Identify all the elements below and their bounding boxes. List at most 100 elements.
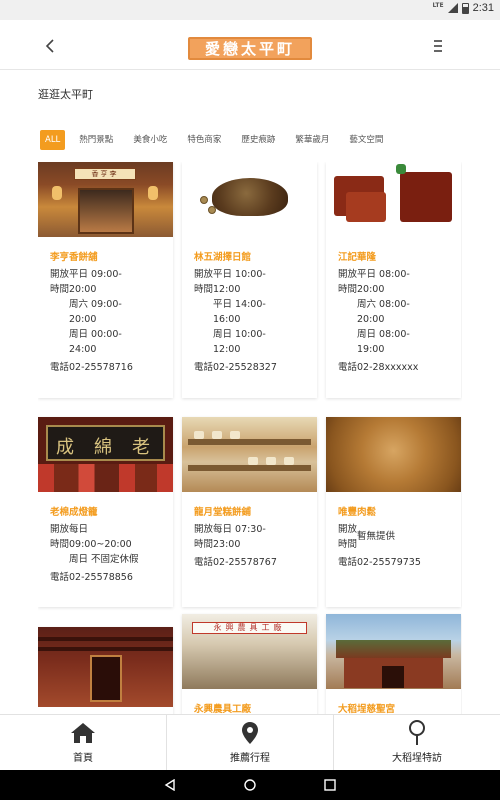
menu-button[interactable]	[430, 40, 446, 54]
lantern	[52, 186, 62, 200]
pastry	[212, 431, 222, 439]
nav-itinerary[interactable]: 推薦行程	[167, 715, 334, 770]
back-button[interactable]	[40, 36, 60, 56]
shop-sign: 香亨李	[74, 168, 136, 180]
card-body: 唯豐肉鬆 開放 時間 暫無提供 電話 02-25579735	[326, 492, 461, 582]
pastry	[284, 457, 294, 465]
tab-food[interactable]: 美食小吃	[127, 130, 173, 150]
card-body: 李亨香餅舖 開放 時間 平日 09:00- 20:00 周六 09:00- 20…	[38, 237, 173, 387]
nav-special-visit[interactable]: 大稻埕特訪	[334, 715, 500, 770]
pastry	[230, 431, 240, 439]
place-card[interactable]: 龍月堂糕餅鋪 開放 時間 每日 07:30- 23:00 電話 02-25578…	[182, 417, 317, 607]
hours-value: 平日 09:00- 20:00 周六 09:00- 20:00 周日 00:00…	[69, 269, 122, 355]
category-tabs: ALL 熱門景點 美食小吃 特色商家 歷史痕跡 繁華歲月 藝文空間	[40, 130, 397, 150]
place-card[interactable]: 唯豐肉鬆 開放 時間 暫無提供 電話 02-25579735	[326, 417, 461, 607]
card-body: 大稻埕慈聖宮	[326, 689, 461, 714]
place-title: 龍月堂糕餅鋪	[194, 507, 252, 518]
hours-label: 開放 時間	[50, 269, 70, 295]
app-logo: 愛戀太平町	[188, 37, 312, 60]
hours-row: 開放 時間 平日 10:00- 12:00 平日 14:00- 16:00 周日…	[194, 267, 305, 357]
signal-icon	[447, 3, 458, 13]
phone-row: 電話 02-25578856	[50, 570, 161, 585]
status-indicators: LTE 2:31	[433, 2, 494, 15]
place-image	[38, 627, 173, 707]
shelf	[188, 465, 311, 471]
system-recents-button[interactable]	[290, 770, 370, 800]
phone-row: 電話 02-25578716	[50, 360, 161, 375]
lantern	[148, 186, 158, 200]
bottom-nav: 首頁 推薦行程 大稻埕特訪	[0, 714, 500, 770]
app-header: 愛戀太平町	[0, 20, 500, 70]
place-title: 林五湖擇日館	[194, 252, 252, 263]
hours-value: 暫無提供	[357, 531, 396, 542]
place-card[interactable]: 成 綿 老 老棉成燈籠 開放 時間 每日 09:00~20:00 周日 不固定休…	[38, 417, 173, 607]
tab-shops[interactable]: 特色商家	[181, 130, 227, 150]
phone-row: 電話 02-25578767	[194, 555, 305, 570]
turtle-shell	[212, 178, 288, 216]
card-body: 老棉成燈籠 開放 時間 每日 09:00~20:00 周日 不固定休假 電話 0…	[38, 492, 173, 597]
temple-door	[90, 655, 122, 702]
plaque-char: 老	[132, 437, 150, 458]
phone-value: 02-28xxxxxx	[357, 362, 419, 373]
jerky-photo	[326, 162, 394, 237]
page-title: 逛逛太平町	[38, 88, 93, 101]
hours-row: 開放 時間 每日 07:30- 23:00	[194, 522, 305, 552]
hours-value: 每日 09:00~20:00 周日 不固定休假	[69, 524, 139, 565]
place-card[interactable]: 永興農具工廠 永興農具工廠	[182, 614, 317, 714]
hours-value: 平日 10:00- 12:00 平日 14:00- 16:00 周日 10:00…	[213, 269, 266, 355]
card-body: 林五湖擇日館 開放 時間 平日 10:00- 12:00 平日 14:00- 1…	[182, 237, 317, 387]
home-circle-icon	[244, 779, 256, 791]
tab-all[interactable]: ALL	[40, 130, 66, 150]
nav-home-label: 首頁	[73, 753, 93, 764]
nav-home[interactable]: 首頁	[0, 715, 167, 770]
tab-history[interactable]: 歷史痕跡	[235, 130, 281, 150]
card-body: 永興農具工廠	[182, 689, 317, 714]
jerky-photo	[394, 162, 462, 237]
map-pin-icon	[237, 721, 263, 745]
place-title: 江記華隆	[338, 252, 377, 263]
place-title: 李亨香餅舖	[50, 252, 98, 263]
battery-icon	[461, 2, 469, 14]
place-card[interactable]: 香亨李 李亨香餅舖 開放 時間 平日 09:00- 20:00 周六 09:00…	[38, 162, 173, 398]
place-card[interactable]: 江記華隆 開放 時間 平日 08:00- 20:00 周六 08:00- 20:…	[326, 162, 461, 398]
phone-label: 電話	[338, 362, 358, 373]
phone-row: 電話 02-25579735	[338, 555, 449, 570]
recents-square-icon	[324, 779, 336, 791]
phone-label: 電話	[50, 572, 70, 583]
jerky-slice	[399, 172, 452, 222]
phone-value: 02-25579735	[357, 557, 421, 568]
plaque-char: 成	[56, 437, 74, 458]
home-icon	[70, 721, 96, 745]
beam	[38, 637, 173, 641]
nav-itinerary-label: 推薦行程	[230, 753, 270, 764]
temple-hall	[344, 658, 443, 688]
back-triangle-icon	[164, 779, 175, 791]
tab-hot-spots[interactable]: 熱門景點	[73, 130, 119, 150]
place-image	[182, 162, 317, 237]
shop-front	[78, 188, 134, 234]
logo-text: 愛戀太平町	[204, 40, 295, 58]
place-card[interactable]: 大稻埕慈聖宮	[326, 614, 461, 714]
phone-row: 電話 02-28xxxxxx	[338, 360, 449, 375]
temple-roof	[336, 640, 451, 658]
coin	[200, 196, 208, 204]
hours-label: 開放 時間	[338, 524, 358, 550]
phone-label: 電話	[338, 557, 358, 568]
place-card[interactable]	[38, 627, 173, 714]
tab-prosperity[interactable]: 繁華歲月	[289, 130, 335, 150]
hours-value: 平日 08:00- 20:00 周六 08:00- 20:00 周日 08:00…	[357, 269, 410, 355]
card-body	[38, 707, 173, 714]
status-time: 2:31	[472, 2, 494, 14]
place-image	[326, 162, 461, 237]
tab-arts[interactable]: 藝文空間	[343, 130, 389, 150]
phone-value: 02-25578716	[69, 362, 133, 373]
place-title: 永興農具工廠	[194, 704, 252, 714]
place-image: 永興農具工廠	[182, 614, 317, 689]
system-back-button[interactable]	[130, 770, 210, 800]
shop-plaque: 成 綿 老	[46, 425, 165, 461]
beam	[38, 647, 173, 651]
phone-row: 電話 02-25528327	[194, 360, 305, 375]
system-home-button[interactable]	[210, 770, 290, 800]
chevron-left-icon	[45, 39, 54, 53]
place-card[interactable]: 林五湖擇日館 開放 時間 平日 10:00- 12:00 平日 14:00- 1…	[182, 162, 317, 398]
